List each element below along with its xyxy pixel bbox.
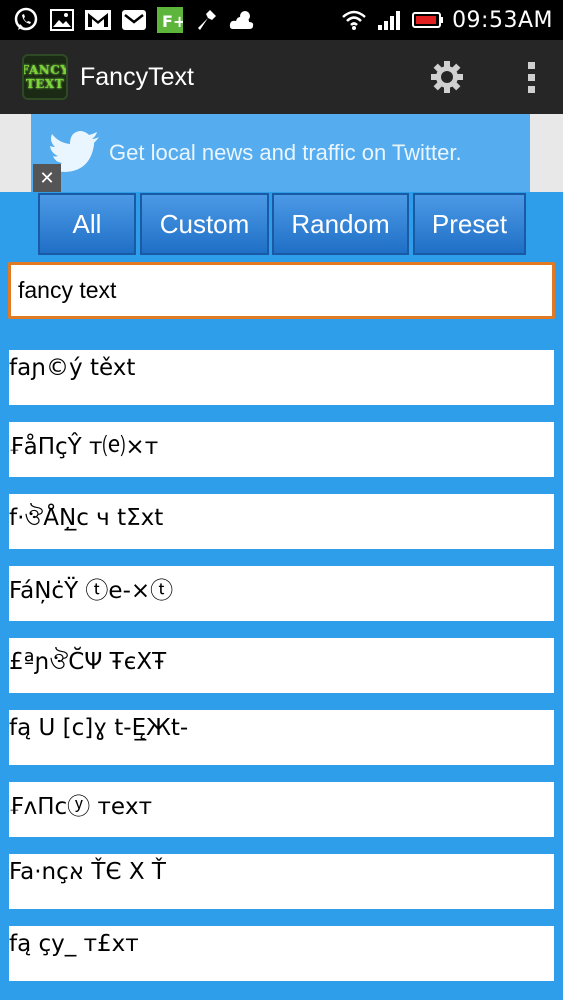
result-item[interactable]: Fa·nçא ŤЄ Χ Ť (9, 854, 554, 909)
wifi-icon (340, 6, 368, 34)
ad-area: Get local news and traffic on Twitter. (0, 114, 563, 192)
text-input[interactable] (8, 262, 555, 319)
result-item[interactable]: ₣åΠçŶ т⒠×т (9, 422, 554, 477)
status-time: 09:53AM (452, 7, 553, 33)
gmail-icon (84, 6, 112, 34)
system-icons: 09:53AM (340, 6, 563, 34)
result-item[interactable]: f·ঔÅŅ̲c ч tΣxt (9, 494, 554, 549)
action-bar-actions (417, 47, 563, 107)
overflow-menu-button[interactable] (511, 47, 551, 107)
app-logo: FANCY TEXT (22, 54, 68, 100)
ad-close-button[interactable]: ✕ (33, 164, 61, 192)
tab-random[interactable]: Random (272, 193, 409, 255)
notification-icons: F+ (0, 6, 256, 34)
result-item[interactable]: FáŅċŸ ⓣe-×ⓣ (9, 566, 554, 621)
action-bar: FANCY TEXT FancyText (0, 40, 563, 114)
mail-icon (120, 6, 148, 34)
app-logo-line2: TEXT (25, 77, 65, 91)
tab-preset[interactable]: Preset (413, 193, 526, 255)
ad-banner[interactable]: Get local news and traffic on Twitter. (31, 114, 530, 192)
whatsapp-icon (12, 6, 40, 34)
close-icon: ✕ (39, 167, 55, 189)
app-title: FancyText (80, 62, 194, 91)
cloud-icon (228, 6, 256, 34)
settings-button[interactable] (417, 47, 477, 107)
f-plus-icon: F+ (156, 6, 184, 34)
wrench-icon (192, 6, 220, 34)
result-item[interactable]: fą U [c]ɣ t-Ę̲Жt- (9, 710, 554, 765)
tab-custom[interactable]: Custom (140, 193, 269, 255)
tab-bar: All Custom Random Preset (0, 192, 563, 256)
result-item[interactable]: £ªɲঔС̆Ψ ŦєΧŦ (9, 638, 554, 693)
battery-icon (412, 6, 444, 34)
gear-icon (431, 61, 463, 93)
svg-text:F+: F+ (162, 12, 183, 31)
app-logo-line1: FANCY (22, 63, 68, 77)
result-item[interactable]: ₣ʌΠcⓨ тeхт (9, 782, 554, 837)
result-item[interactable]: fą çy_ т£хт (9, 926, 554, 981)
gallery-icon (48, 6, 76, 34)
signal-icon (376, 6, 404, 34)
result-item[interactable]: faɲ©ý těxt (9, 350, 554, 405)
tab-all[interactable]: All (38, 193, 136, 255)
overflow-menu-icon (527, 61, 535, 69)
ad-text: Get local news and traffic on Twitter. (109, 140, 462, 165)
status-bar: F+ 09:53AM (0, 0, 563, 40)
